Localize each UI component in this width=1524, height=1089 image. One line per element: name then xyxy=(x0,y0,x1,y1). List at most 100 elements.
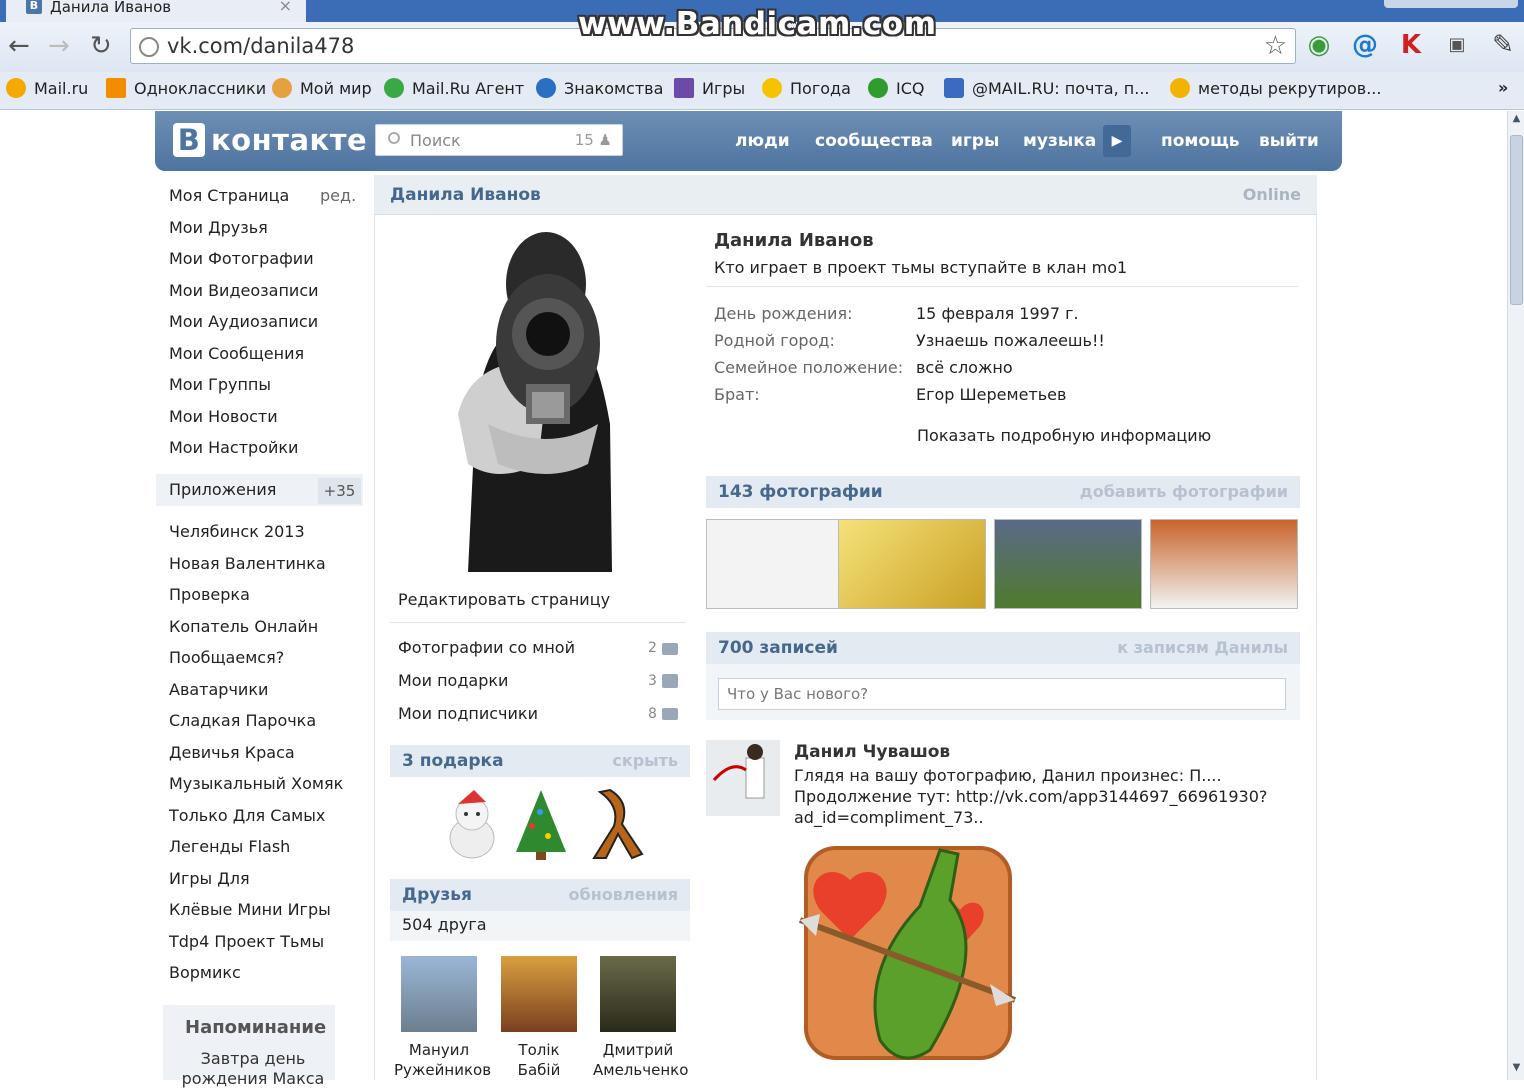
bookmark-znakomstva[interactable]: Знакомства xyxy=(536,78,663,98)
photo-thumb[interactable] xyxy=(838,519,986,609)
gift-tree-icon[interactable] xyxy=(508,786,574,862)
bookmark-agent[interactable]: Mail.Ru Агент xyxy=(384,78,524,98)
friends-count[interactable]: 504 друга xyxy=(402,915,487,934)
url-text[interactable]: vk.com/danila478 xyxy=(167,34,354,58)
friend-card[interactable]: Мануил Ружейников xyxy=(394,956,491,1080)
kaspersky-icon[interactable]: K xyxy=(1396,30,1426,60)
bookmark-icq[interactable]: ICQ xyxy=(868,78,924,98)
bookmark-mailru[interactable]: Mail.ru xyxy=(6,78,88,98)
apps-badge[interactable]: +35 xyxy=(318,478,361,504)
add-photos-link[interactable]: добавить фотографии xyxy=(1080,482,1288,501)
friends-updates-link[interactable]: обновления xyxy=(569,885,678,904)
nav-communities[interactable]: сообщества xyxy=(815,131,933,151)
page-scrollbar[interactable]: ▲ ▼ xyxy=(1507,111,1524,1080)
wall-link[interactable]: к записям Данилы xyxy=(1117,638,1288,657)
app-link[interactable]: Копатель Онлайн xyxy=(169,617,318,636)
app-link[interactable]: Tdp4 Проект Тьмы xyxy=(169,932,324,951)
friends-title[interactable]: Друзья xyxy=(402,885,472,905)
edit-menu-link[interactable]: ред. xyxy=(320,186,356,205)
photo-thumb[interactable] xyxy=(706,519,854,609)
gifts-title[interactable]: 3 подарка xyxy=(402,751,504,771)
search-input[interactable]: Поиск 15 ♟ xyxy=(375,124,623,156)
my-followers-link[interactable]: Мои подписчики xyxy=(398,704,538,723)
profile-avatar[interactable] xyxy=(398,224,688,572)
post-author-avatar[interactable] xyxy=(706,740,780,816)
menu-friends[interactable]: Мои Друзья xyxy=(169,218,268,237)
friend-avatar[interactable] xyxy=(600,956,676,1032)
show-more-info-link[interactable]: Показать подробную информацию xyxy=(917,426,1211,445)
gifts-hide-link[interactable]: скрыть xyxy=(612,751,678,770)
bookmark-methods[interactable]: методы рекрутиров... xyxy=(1170,78,1381,98)
friend-card[interactable]: Дмитрий Амельченко xyxy=(593,956,688,1080)
menu-videos[interactable]: Мои Видеозаписи xyxy=(169,281,319,300)
hometown-value[interactable]: Узнаешь пожалеешь!! xyxy=(916,331,1105,350)
app-link[interactable]: Легенды Flash xyxy=(169,837,290,856)
gift-puppy-icon[interactable] xyxy=(440,786,506,862)
back-icon[interactable]: ← xyxy=(8,32,30,60)
menu-my-page[interactable]: Моя Страница xyxy=(169,186,289,205)
app-link[interactable]: Проверка xyxy=(169,585,250,604)
post-author-name[interactable]: Данил Чувашов xyxy=(794,742,950,762)
wrench-icon[interactable]: ✎ xyxy=(1488,30,1518,60)
bookmarks-more[interactable]: » xyxy=(1498,78,1508,97)
forward-icon[interactable]: → xyxy=(48,32,70,60)
vk-logo[interactable]: Вконтакте xyxy=(173,123,367,157)
wall-post-input[interactable]: Что у Вас нового? xyxy=(718,678,1286,710)
bookmark-weather[interactable]: Погода xyxy=(762,78,851,98)
nav-games[interactable]: игры xyxy=(951,131,999,151)
reload-icon[interactable]: ↻ xyxy=(90,32,112,60)
friend-avatar[interactable] xyxy=(501,956,577,1032)
gift-ribbon-icon[interactable] xyxy=(580,786,646,862)
my-gifts-link[interactable]: Мои подарки xyxy=(398,671,508,690)
menu-settings[interactable]: Мои Настройки xyxy=(169,438,298,457)
bookmark-star-icon[interactable]: ☆ xyxy=(1264,31,1287,61)
menu-apps[interactable]: Приложения xyxy=(169,480,276,499)
app-link[interactable]: Игры Для xyxy=(169,869,250,888)
app-link[interactable]: Челябинск 2013 xyxy=(169,522,305,541)
app-link[interactable]: Вормикс xyxy=(169,963,241,982)
app-link[interactable]: Музыкальный Хомяк xyxy=(169,774,343,793)
post-text-line[interactable]: Продолжение тут: http://vk.com/app314469… xyxy=(794,787,1267,806)
bookmark-odnoklassniki[interactable]: Одноклассники xyxy=(106,78,266,98)
app-link[interactable]: Девичья Краса xyxy=(169,743,295,762)
wall-title[interactable]: 700 записей xyxy=(718,638,838,658)
bookmark-mail[interactable]: @MAIL.RU: почта, п... xyxy=(944,78,1150,98)
browser-tab[interactable]: В Данила Иванов × xyxy=(6,0,306,22)
app-link[interactable]: Клёвые Мини Игры xyxy=(169,900,331,919)
menu-messages[interactable]: Мои Сообщения xyxy=(169,344,304,363)
extension-k-icon[interactable]: ▣ xyxy=(1442,30,1472,60)
post-app-image[interactable] xyxy=(790,840,1020,1070)
reminder-text[interactable]: Завтра день рождения Макса xyxy=(173,1049,333,1089)
nav-logout[interactable]: выйти xyxy=(1259,131,1319,151)
tab-close-icon[interactable]: × xyxy=(279,0,292,15)
bookmark-games[interactable]: Игры xyxy=(674,78,745,98)
birthday-value[interactable]: 15 февраля 1997 г. xyxy=(916,304,1079,323)
nav-people[interactable]: люди xyxy=(735,131,790,151)
brother-value[interactable]: Егор Шереметьев xyxy=(916,385,1066,404)
bookmark-moimir[interactable]: Мой мир xyxy=(272,78,372,98)
photo-thumb[interactable] xyxy=(994,519,1142,609)
extension-green-icon[interactable]: ◉ xyxy=(1304,30,1334,60)
app-link[interactable]: Пообщаемся? xyxy=(169,648,284,667)
menu-photos[interactable]: Мои Фотографии xyxy=(169,249,314,268)
friend-avatar[interactable] xyxy=(401,956,477,1032)
photo-thumb[interactable] xyxy=(1150,519,1298,609)
post-text-line[interactable]: ad_id=compliment_73.. xyxy=(794,808,984,827)
scroll-thumb[interactable] xyxy=(1510,135,1523,305)
friend-card[interactable]: Толік Бабій xyxy=(494,956,584,1080)
music-play-icon[interactable]: ▶ xyxy=(1103,125,1131,157)
nav-music[interactable]: музыка xyxy=(1023,131,1096,151)
menu-news[interactable]: Мои Новости xyxy=(169,407,278,426)
mail-agent-icon[interactable]: @ xyxy=(1350,30,1380,60)
app-link[interactable]: Только Для Самых xyxy=(169,806,325,825)
photos-with-me-link[interactable]: Фотографии со мной xyxy=(398,638,575,657)
window-controls[interactable] xyxy=(1384,0,1518,8)
edit-page-link[interactable]: Редактировать страницу xyxy=(398,590,610,609)
menu-audio[interactable]: Мои Аудиозаписи xyxy=(169,312,318,331)
app-link[interactable]: Сладкая Парочка xyxy=(169,711,316,730)
scroll-up-icon[interactable]: ▲ xyxy=(1510,113,1523,129)
app-link[interactable]: Аватарчики xyxy=(169,680,268,699)
app-link[interactable]: Новая Валентинка xyxy=(169,554,326,573)
profile-status[interactable]: Кто играет в проект тьмы вступайте в кла… xyxy=(714,258,1127,277)
photos-title[interactable]: 143 фотографии xyxy=(718,482,883,502)
